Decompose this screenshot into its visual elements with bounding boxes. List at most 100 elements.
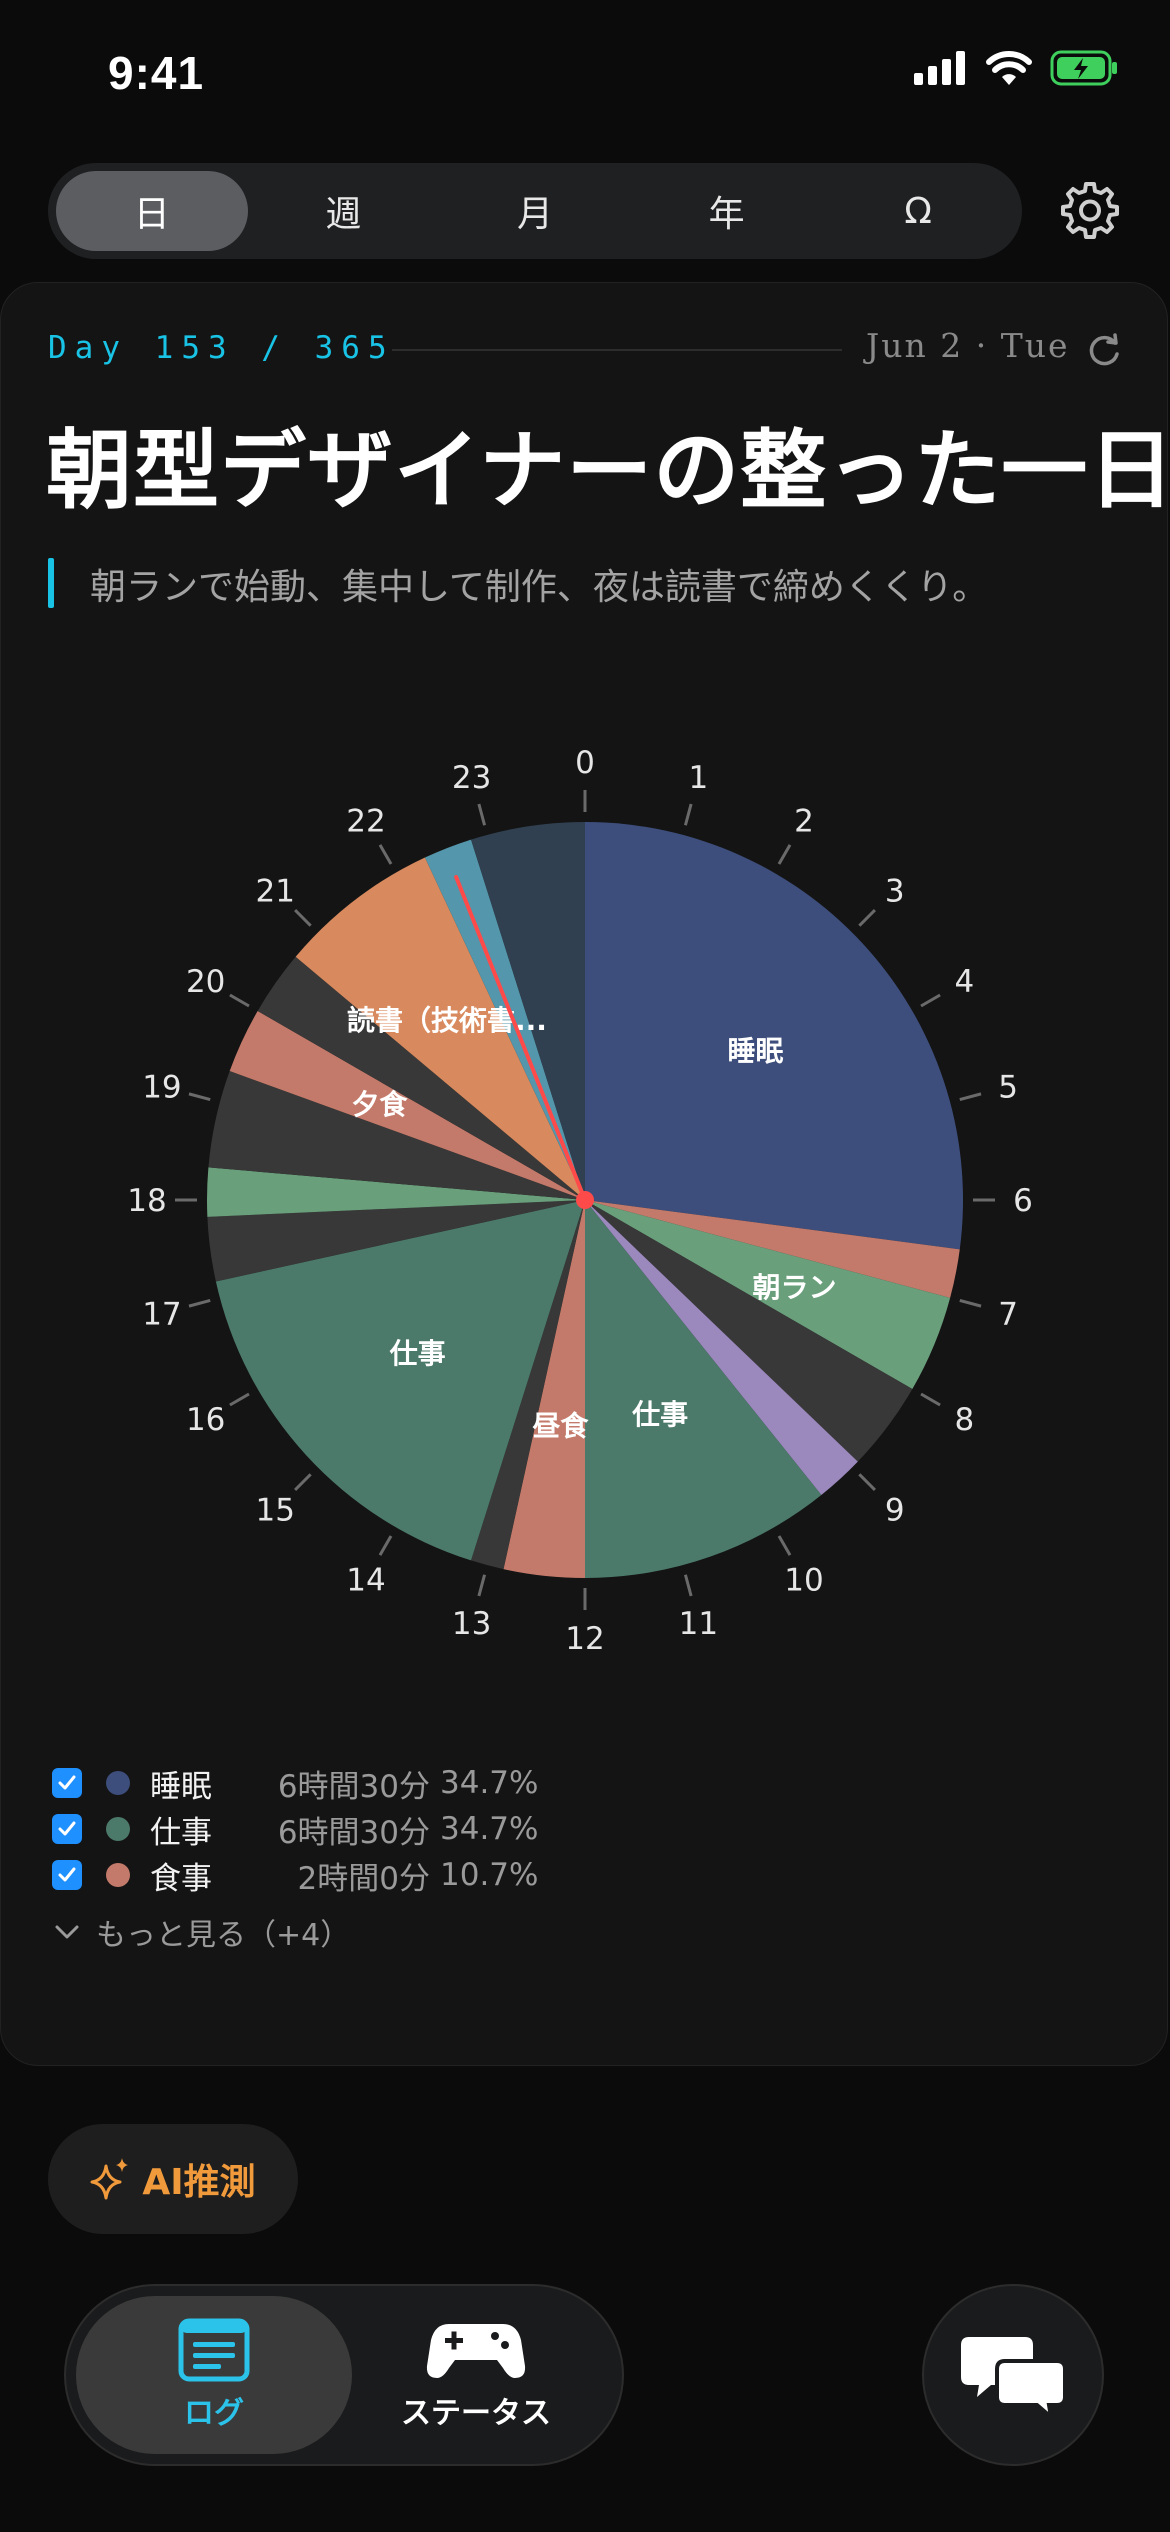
hour-label: 1 — [688, 760, 708, 796]
legend-checkbox[interactable] — [52, 1814, 82, 1844]
hour-label: 15 — [256, 1493, 295, 1529]
hour-label: 10 — [784, 1562, 823, 1598]
hour-label: 20 — [186, 964, 225, 1000]
hour-label: 16 — [186, 1402, 225, 1438]
hour-tick — [683, 1574, 693, 1597]
refresh-icon[interactable] — [1084, 330, 1124, 370]
hour-label: 6 — [1013, 1183, 1033, 1219]
chevron-down-icon — [55, 1925, 79, 1939]
legend-percent: 10.7% — [440, 1857, 539, 1893]
status-time: 9:41 — [108, 47, 205, 99]
tab-status[interactable]: ステータス — [338, 2296, 614, 2454]
hour-tick — [477, 1574, 487, 1597]
show-more-label: もっと見る（+4） — [96, 1918, 351, 1953]
period-segmented-control: 日 週 月 年 Ω — [48, 163, 1022, 259]
hour-label: 4 — [954, 964, 974, 1000]
legend-name: 仕事 — [150, 1814, 212, 1851]
wifi-icon — [986, 51, 1032, 85]
center-dot — [576, 1191, 594, 1209]
check-icon — [58, 1775, 76, 1790]
hour-tick — [229, 1392, 250, 1407]
show-more-button[interactable]: もっと見る（+4） — [52, 1910, 538, 1954]
hour-tick — [683, 803, 693, 826]
legend-duration: 6時間30分 — [277, 1768, 430, 1805]
legend-percent: 34.7% — [440, 1811, 539, 1847]
tab-log[interactable]: ログ — [76, 2296, 352, 2454]
ai-estimate-label: AI推測 — [142, 2162, 256, 2203]
status-icons — [914, 50, 1120, 86]
hour-tick — [858, 1473, 876, 1491]
hour-tick — [858, 909, 876, 927]
chat-button[interactable] — [922, 2284, 1104, 2466]
divider — [392, 349, 842, 351]
hour-label: 7 — [998, 1296, 1018, 1332]
hour-label: 12 — [565, 1621, 604, 1657]
hour-tick — [378, 1535, 393, 1556]
hour-tick — [188, 1298, 211, 1308]
legend: 睡眠 6時間30分 34.7% 仕事 6時間30分 34.7% 食事 2時間0分… — [52, 1760, 538, 1954]
legend-duration: 6時間30分 — [277, 1814, 430, 1851]
date-label: Jun 2 · Tue — [866, 326, 1070, 365]
segment-year[interactable]: 年 — [631, 171, 823, 251]
hour-label: 18 — [127, 1183, 166, 1219]
tab-log-label: ログ — [184, 2396, 244, 2431]
page-title: 朝型デザイナーの整った一日 — [46, 420, 1170, 521]
ai-estimate-button[interactable]: AI推測 — [48, 2124, 298, 2234]
hour-label: 22 — [346, 804, 385, 840]
segment-month[interactable]: 月 — [439, 171, 631, 251]
hour-tick — [777, 844, 792, 865]
hour-label: 14 — [346, 1562, 385, 1598]
tab-status-label: ステータス — [401, 2396, 551, 2431]
hour-tick — [188, 1092, 211, 1102]
legend-color-dot — [106, 1771, 130, 1795]
day-summary: 朝ランで始動、集中して制作、夜は読書で締めくくり。 — [90, 567, 989, 608]
slice-label: 昼食 — [532, 1409, 589, 1442]
hour-label: 17 — [142, 1296, 181, 1332]
hour-tick — [920, 1392, 941, 1407]
segment-omega[interactable]: Ω — [822, 171, 1014, 251]
legend-percent: 34.7% — [440, 1765, 539, 1801]
legend-row: 仕事 6時間30分 34.7% — [52, 1806, 538, 1852]
hour-tick — [477, 803, 487, 826]
hour-label: 8 — [954, 1402, 974, 1438]
hour-tick — [229, 993, 250, 1008]
signal-icon — [914, 51, 965, 85]
legend-duration: 2時間0分 — [297, 1860, 430, 1897]
list-icon — [178, 2318, 250, 2382]
slice-label: 仕事 — [389, 1337, 446, 1370]
hour-label: 19 — [142, 1070, 181, 1106]
slice-label: 仕事 — [631, 1398, 688, 1431]
legend-checkbox[interactable] — [52, 1768, 82, 1798]
hour-label: 3 — [885, 873, 905, 909]
slice-label: 朝ラン — [753, 1271, 837, 1304]
hour-tick — [959, 1092, 982, 1102]
slice-label: 夕食 — [351, 1088, 408, 1121]
legend-name: 睡眠 — [150, 1768, 212, 1805]
check-icon — [58, 1821, 76, 1836]
day-clock-pie-chart: 睡眠朝ラン仕事昼食仕事夕食読書（技術書...0 12345678910111213… — [127, 745, 1033, 1657]
hour-label: 21 — [256, 873, 295, 909]
legend-row: 睡眠 6時間30分 34.7% — [52, 1760, 538, 1806]
segment-day[interactable]: 日 — [56, 171, 248, 251]
hour-tick — [959, 1298, 982, 1308]
legend-color-dot — [106, 1863, 130, 1887]
gear-icon[interactable] — [1060, 180, 1120, 240]
legend-color-dot — [106, 1817, 130, 1841]
slice-label: 睡眠 — [728, 1034, 784, 1067]
quote-bar — [48, 558, 54, 608]
segment-week[interactable]: 週 — [248, 171, 440, 251]
legend-checkbox[interactable] — [52, 1860, 82, 1890]
day-counter: Day 153 / 365 — [48, 330, 395, 366]
hour-label: 13 — [452, 1606, 491, 1642]
hour-tick — [294, 1473, 312, 1491]
legend-name: 食事 — [150, 1860, 212, 1897]
hour-tick — [294, 909, 312, 927]
hour-label: 0 — [575, 745, 595, 781]
hour-label: 9 — [885, 1493, 905, 1529]
hour-tick — [777, 1535, 792, 1556]
legend-row: 食事 2時間0分 10.7% — [52, 1852, 538, 1898]
hour-label: 23 — [452, 760, 491, 796]
tab-bar: ログ ステータス — [64, 2284, 624, 2466]
hour-label: 5 — [998, 1070, 1018, 1106]
hour-tick — [378, 844, 393, 865]
